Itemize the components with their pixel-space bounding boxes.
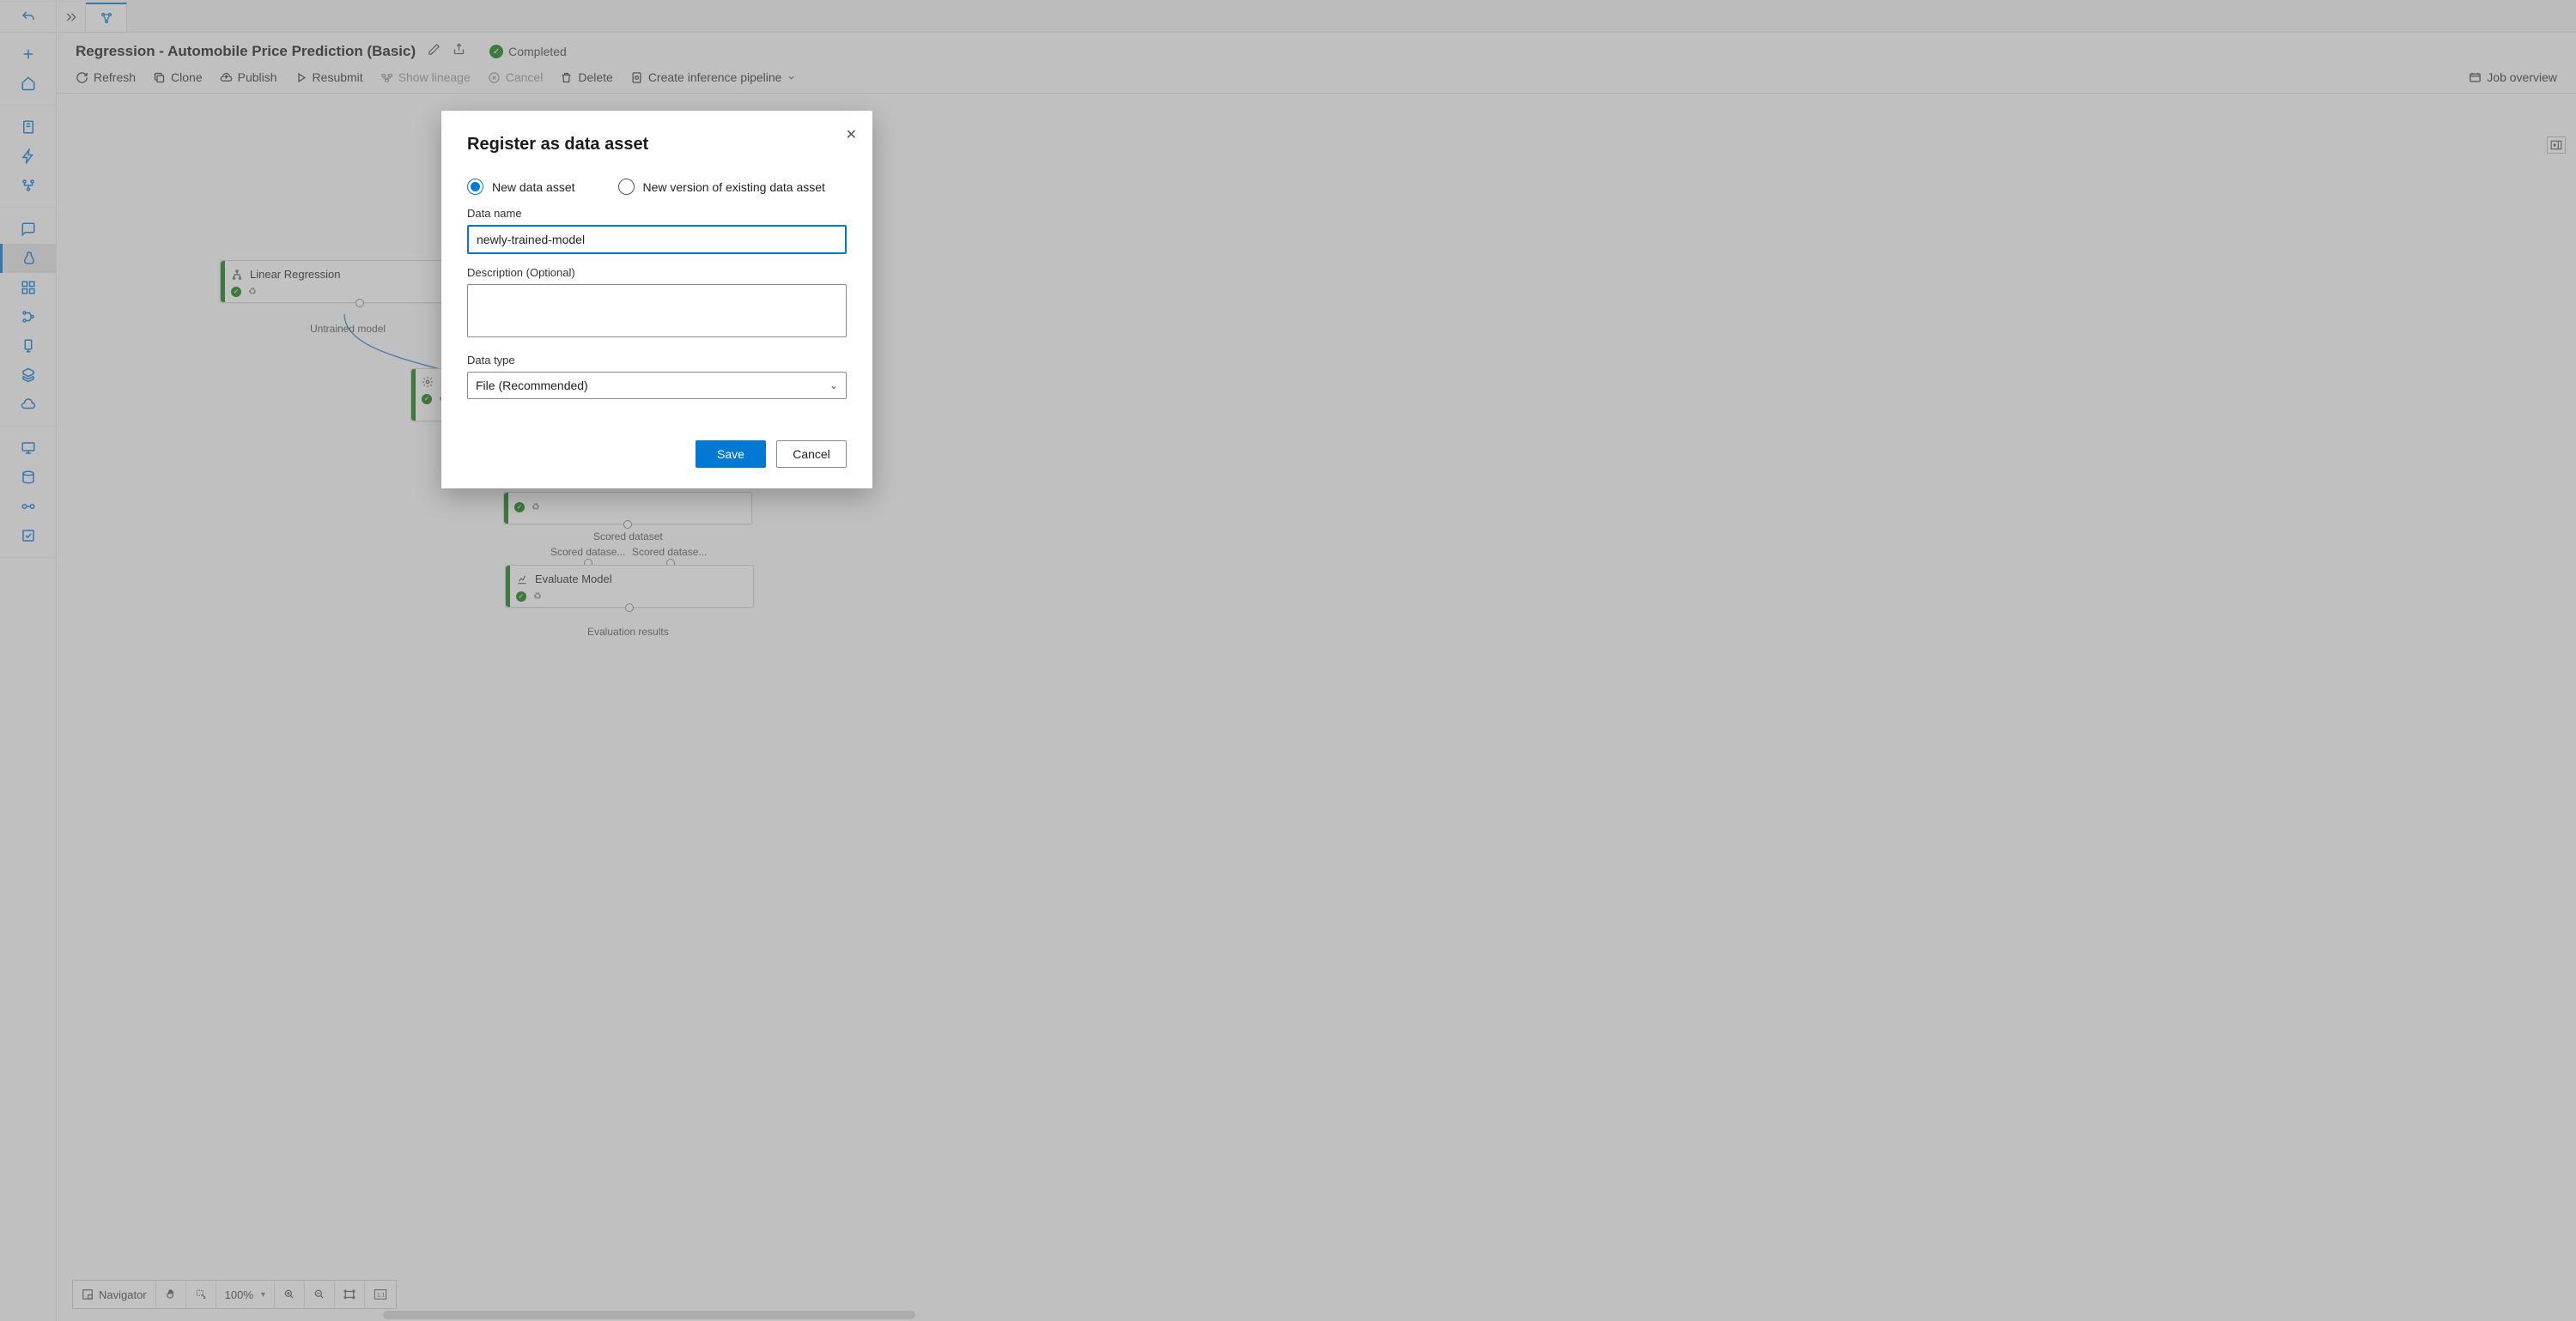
description-input[interactable] (467, 284, 847, 337)
save-button[interactable]: Save (696, 440, 766, 468)
close-modal-button[interactable]: ✕ (846, 126, 857, 143)
chevron-down-icon: ⌄ (829, 379, 838, 391)
modal-title: Register as data asset (467, 135, 847, 155)
radio-existing-version[interactable]: New version of existing data asset (618, 179, 825, 195)
register-data-asset-modal: Register as data asset ✕ New data asset … (441, 111, 872, 488)
radio-new-data-asset[interactable]: New data asset (467, 179, 575, 195)
description-label: Description (Optional) (467, 266, 847, 279)
data-type-label: Data type (467, 354, 847, 367)
modal-cancel-button[interactable]: Cancel (776, 440, 847, 468)
data-type-select[interactable]: File (Recommended) ⌄ (467, 372, 847, 399)
data-name-input[interactable] (467, 225, 847, 254)
modal-overlay[interactable] (0, 0, 2576, 1321)
data-name-label: Data name (467, 207, 847, 220)
